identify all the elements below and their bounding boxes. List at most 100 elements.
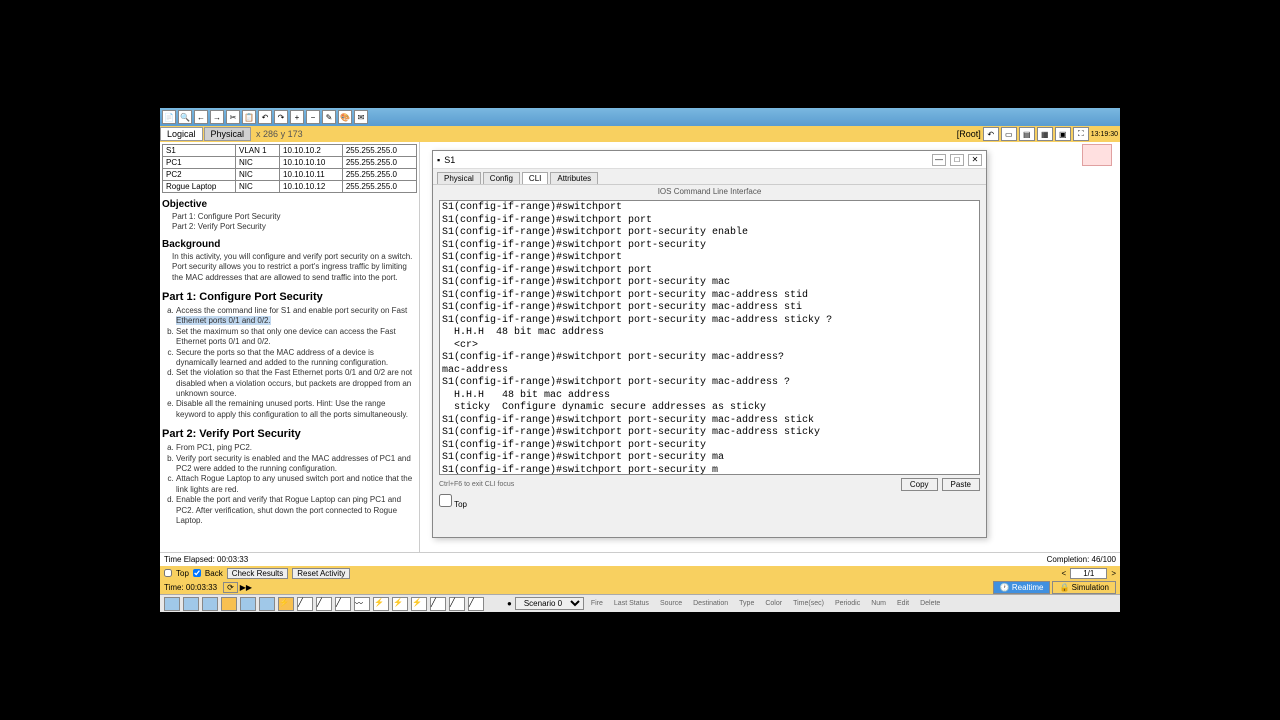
top-checkbox[interactable] bbox=[439, 494, 452, 507]
top-check[interactable] bbox=[164, 569, 172, 577]
play-button[interactable]: ▶▶ bbox=[240, 583, 252, 592]
list-item: Secure the ports so that the MAC address… bbox=[176, 348, 417, 369]
bottom-bar: Time: 00:03:33 ⟳ ▶▶ 🕐 Realtime 🔒 Simulat… bbox=[160, 580, 1120, 594]
device-category-icon[interactable] bbox=[202, 597, 218, 611]
toolbar-icon[interactable]: − bbox=[306, 110, 320, 124]
col-header: Time(sec) bbox=[789, 600, 828, 607]
col-header: Last Status bbox=[610, 600, 653, 607]
device-icon: ▪ bbox=[437, 155, 440, 165]
realtime-button[interactable]: 🕐 Realtime bbox=[993, 581, 1051, 594]
tab-physical[interactable]: Physical bbox=[204, 127, 252, 141]
cable-icon[interactable]: ╱ bbox=[316, 597, 332, 611]
cli-header: IOS Command Line Interface bbox=[433, 185, 986, 198]
col-header: Edit bbox=[893, 600, 913, 607]
view-tabbar: Logical Physical x 286 y 173 [Root] ↶ ▭ … bbox=[160, 126, 1120, 142]
tab-physical[interactable]: Physical bbox=[437, 172, 481, 184]
power-cycle-button[interactable]: ⟳ bbox=[223, 582, 238, 593]
toolbar-icon[interactable]: ✂ bbox=[226, 110, 240, 124]
tab-attributes[interactable]: Attributes bbox=[550, 172, 598, 184]
close-button[interactable]: ✕ bbox=[968, 154, 982, 166]
paste-button[interactable]: Paste bbox=[942, 478, 980, 491]
simulation-button[interactable]: 🔒 Simulation bbox=[1052, 581, 1116, 594]
col-header: Periodic bbox=[831, 600, 864, 607]
addressing-table: S1VLAN 110.10.10.2255.255.255.0 PC1NIC10… bbox=[162, 144, 417, 193]
table-row: Rogue LaptopNIC10.10.10.12255.255.255.0 bbox=[163, 181, 417, 193]
part1-steps: Access the command line for S1 and enabl… bbox=[176, 306, 417, 420]
device-window: ▪ S1 — □ ✕ Physical Config CLI Attribute… bbox=[432, 150, 987, 538]
col-header: Num bbox=[867, 600, 890, 607]
tab-logical[interactable]: Logical bbox=[160, 127, 203, 141]
col-header: Type bbox=[735, 600, 758, 607]
cable-icon[interactable]: ╱ bbox=[468, 597, 484, 611]
sim-time: Time: 00:03:33 bbox=[164, 583, 217, 592]
tab-cli[interactable]: CLI bbox=[522, 172, 548, 184]
device-category-icon[interactable] bbox=[240, 597, 256, 611]
cli-terminal[interactable]: S1(config-if-range)#switchport S1(config… bbox=[439, 200, 980, 475]
toolbar-icon[interactable]: ← bbox=[194, 110, 208, 124]
objective-item: Part 2: Verify Port Security bbox=[172, 222, 417, 232]
nav-icon[interactable]: ▭ bbox=[1001, 127, 1017, 141]
list-item: Verify port security is enabled and the … bbox=[176, 454, 417, 475]
list-item: From PC1, ping PC2. bbox=[176, 443, 417, 453]
objective-heading: Objective bbox=[162, 199, 417, 210]
list-item: Set the maximum so that only one device … bbox=[176, 327, 417, 348]
toolbar-icon[interactable]: 📄 bbox=[162, 110, 176, 124]
scenario-select[interactable]: Scenario 0 bbox=[515, 597, 584, 610]
toolbar-icon[interactable]: → bbox=[210, 110, 224, 124]
cable-icon[interactable]: ╱ bbox=[449, 597, 465, 611]
part2-heading: Part 2: Verify Port Security bbox=[162, 428, 417, 440]
main-area: S1VLAN 110.10.10.2255.255.255.0 PC1NIC10… bbox=[160, 142, 1120, 552]
background-heading: Background bbox=[162, 239, 417, 250]
coords-label: x 286 y 173 bbox=[256, 129, 303, 139]
tab-config[interactable]: Config bbox=[483, 172, 520, 184]
cli-hint: Ctrl+F6 to exit CLI focus bbox=[439, 481, 514, 488]
table-row: S1VLAN 110.10.10.2255.255.255.0 bbox=[163, 145, 417, 157]
list-item: Attach Rogue Laptop to any unused switch… bbox=[176, 474, 417, 495]
back-check[interactable] bbox=[193, 569, 201, 577]
cable-icon[interactable]: ╱ bbox=[430, 597, 446, 611]
cable-icon[interactable]: ╱ bbox=[335, 597, 351, 611]
status-bar: Time Elapsed: 00:03:33 Completion: 46/10… bbox=[160, 552, 1120, 566]
copy-button[interactable]: Copy bbox=[901, 478, 938, 491]
toolbar-icon[interactable]: + bbox=[290, 110, 304, 124]
list-item: Access the command line for S1 and enabl… bbox=[176, 306, 417, 327]
toolbar-icon[interactable]: ↷ bbox=[274, 110, 288, 124]
instructions-pane: S1VLAN 110.10.10.2255.255.255.0 PC1NIC10… bbox=[160, 142, 420, 552]
nav-icon[interactable]: ▦ bbox=[1037, 127, 1053, 141]
list-item: Enable the port and verify that Rogue La… bbox=[176, 495, 417, 526]
objective-item: Part 1: Configure Port Security bbox=[172, 212, 417, 222]
minimize-button[interactable]: — bbox=[932, 154, 946, 166]
device-category-icon[interactable] bbox=[164, 597, 180, 611]
cable-icon[interactable]: 〰 bbox=[354, 597, 370, 611]
nav-icon[interactable]: ⛶ bbox=[1073, 127, 1089, 141]
part2-steps: From PC1, ping PC2. Verify port security… bbox=[176, 443, 417, 526]
reset-activity-button[interactable]: Reset Activity bbox=[292, 568, 350, 579]
maximize-button[interactable]: □ bbox=[950, 154, 964, 166]
toolbar-icon[interactable]: ✎ bbox=[322, 110, 336, 124]
cable-icon[interactable]: ⚡ bbox=[392, 597, 408, 611]
check-results-button[interactable]: Check Results bbox=[227, 568, 289, 579]
top-checkbox-row: Top bbox=[433, 492, 986, 511]
device-bar: ⚡ ╱ ╱ ╱ 〰 ⚡ ⚡ ⚡ ╱ ╱ ╱ ● Scenario 0 Fire … bbox=[160, 594, 1120, 612]
nav-icon[interactable]: ▤ bbox=[1019, 127, 1035, 141]
toolbar-icon[interactable]: ↶ bbox=[258, 110, 272, 124]
nav-icon[interactable]: ▣ bbox=[1055, 127, 1071, 141]
workspace[interactable]: ▪ S1 — □ ✕ Physical Config CLI Attribute… bbox=[420, 142, 1120, 552]
toolbar-icon[interactable]: 📋 bbox=[242, 110, 256, 124]
device-tabs: Physical Config CLI Attributes bbox=[433, 169, 986, 185]
cable-icon[interactable]: ╱ bbox=[297, 597, 313, 611]
toolbar-icon[interactable]: ✉ bbox=[354, 110, 368, 124]
lightning-icon[interactable]: ⚡ bbox=[278, 597, 294, 611]
device-category-icon[interactable] bbox=[259, 597, 275, 611]
nav-back-icon[interactable]: ↶ bbox=[983, 127, 999, 141]
device-category-icon[interactable] bbox=[221, 597, 237, 611]
window-titlebar[interactable]: ▪ S1 — □ ✕ bbox=[433, 151, 986, 169]
cable-icon[interactable]: ⚡ bbox=[411, 597, 427, 611]
root-label: [Root] bbox=[957, 129, 981, 139]
toolbar-icon[interactable]: 🎨 bbox=[338, 110, 352, 124]
navigator-thumb[interactable] bbox=[1082, 144, 1112, 166]
cable-icon[interactable]: ⚡ bbox=[373, 597, 389, 611]
toolbar-icon[interactable]: 🔍 bbox=[178, 110, 192, 124]
device-category-icon[interactable] bbox=[183, 597, 199, 611]
background-text: In this activity, you will configure and… bbox=[172, 252, 417, 283]
